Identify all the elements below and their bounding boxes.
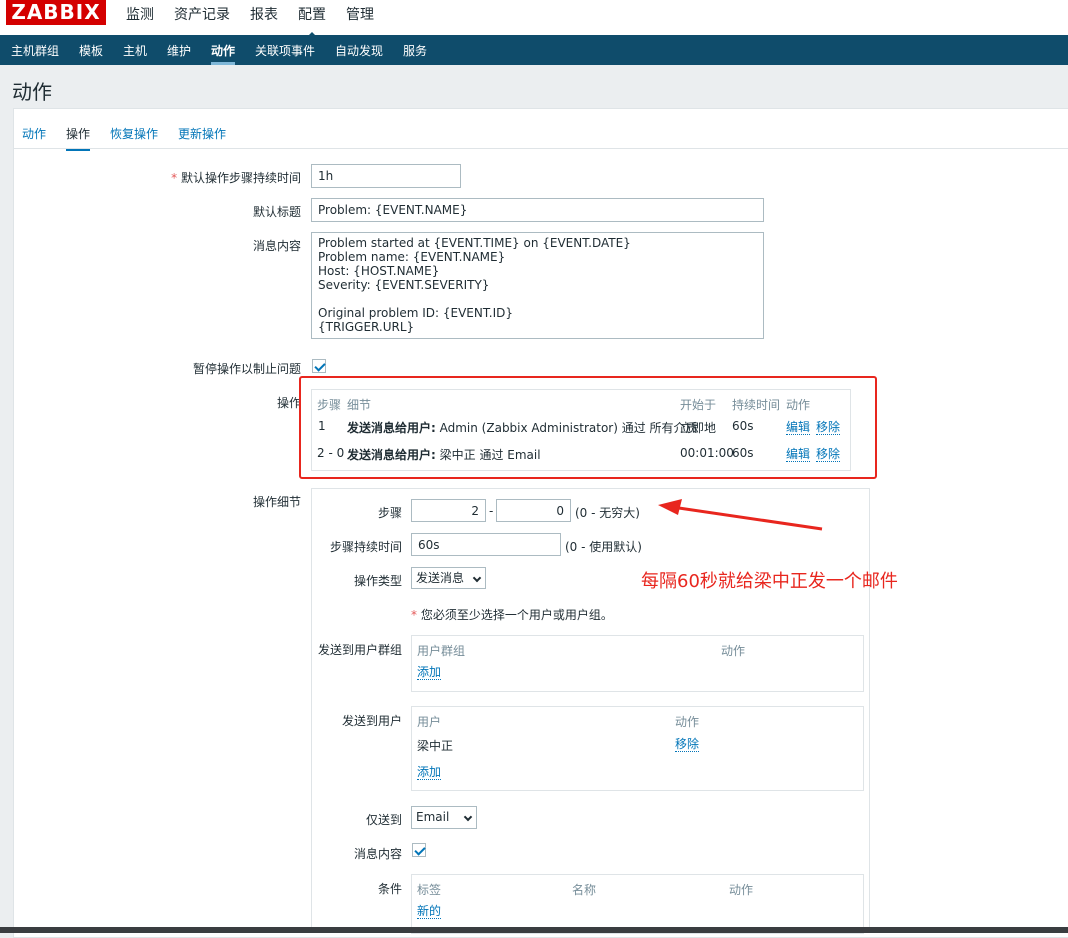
submenu-templates[interactable]: 模板 bbox=[79, 42, 103, 59]
send-to-users-label: 发送到用户 bbox=[341, 714, 402, 728]
message-line: Severity: {EVENT.SEVERITY} bbox=[318, 278, 490, 292]
user-groups-table bbox=[411, 635, 864, 692]
op-message-label: 消息内容 bbox=[353, 847, 402, 861]
operation-type-label: 操作类型 bbox=[353, 574, 402, 588]
pause-label: 暂停操作以制止问题 bbox=[192, 362, 301, 376]
menu-configuration[interactable]: 配置 bbox=[298, 4, 326, 38]
chevron-down-icon bbox=[463, 812, 473, 822]
users-table bbox=[411, 706, 864, 791]
submenu-discovery[interactable]: 自动发现 bbox=[335, 42, 383, 59]
add-user-group-link[interactable]: 添加 bbox=[417, 665, 442, 680]
submenu-services[interactable]: 服务 bbox=[403, 42, 427, 59]
menu-monitoring[interactable]: 监测 bbox=[126, 4, 154, 24]
menu-reports[interactable]: 报表 bbox=[250, 4, 278, 24]
duration-hint: (0 - 使用默认) bbox=[565, 540, 642, 554]
bottom-bar bbox=[0, 927, 1068, 933]
page-title: 动作 bbox=[12, 80, 52, 104]
groups-header-group: 用户群组 bbox=[417, 644, 466, 658]
send-only-to-label: 仅送到 bbox=[365, 813, 402, 827]
conditions-table bbox=[411, 874, 864, 934]
operation-type-select[interactable]: 发送消息 bbox=[411, 567, 486, 589]
step-label: 步骤 bbox=[377, 506, 402, 520]
new-condition-link[interactable]: 新的 bbox=[417, 904, 442, 919]
operation-type-value: 发送消息 bbox=[416, 571, 465, 585]
step-from-input[interactable]: 2 bbox=[411, 499, 486, 522]
highlight-annotation-box bbox=[299, 376, 877, 479]
submenu-actions[interactable]: 动作 bbox=[211, 42, 236, 65]
menu-administration[interactable]: 管理 bbox=[346, 4, 374, 24]
default-step-duration-input[interactable]: 1h bbox=[311, 164, 461, 188]
message-label: 消息内容 bbox=[252, 239, 301, 253]
message-line: Original problem ID: {EVENT.ID} bbox=[318, 306, 513, 320]
sub-menu-bar bbox=[0, 35, 1068, 65]
conditions-header-label: 标签 bbox=[417, 883, 442, 897]
tab-action[interactable]: 动作 bbox=[22, 125, 46, 142]
message-line: Problem name: {EVENT.NAME} bbox=[318, 250, 506, 264]
submenu-hosts[interactable]: 主机 bbox=[123, 42, 147, 59]
send-only-to-select[interactable]: Email bbox=[411, 806, 477, 829]
step-hint: (0 - 无穷大) bbox=[575, 506, 640, 520]
recipient-warning: * 您必须至少选择一个用户或用户组。 bbox=[411, 608, 613, 622]
menu-inventory[interactable]: 资产记录 bbox=[174, 4, 230, 24]
default-step-duration-label: * 默认操作步骤持续时间 bbox=[171, 171, 301, 185]
conditions-header-name: 名称 bbox=[572, 883, 597, 897]
submenu-host-groups[interactable]: 主机群组 bbox=[11, 42, 59, 59]
message-line bbox=[318, 292, 757, 306]
step-to-input[interactable]: 0 bbox=[496, 499, 571, 522]
chevron-down-icon bbox=[472, 573, 482, 583]
submenu-correlation[interactable]: 关联项事件 bbox=[255, 42, 315, 59]
tab-update-operations[interactable]: 更新操作 bbox=[178, 125, 226, 142]
send-to-groups-label: 发送到用户群组 bbox=[317, 643, 402, 657]
operation-details-label: 操作细节 bbox=[252, 495, 301, 509]
annotation-arrow-icon bbox=[658, 499, 823, 531]
users-header-user: 用户 bbox=[417, 715, 442, 729]
users-header-action: 动作 bbox=[675, 715, 700, 729]
message-line: {TRIGGER.URL} bbox=[318, 320, 415, 334]
user-row-remove-link[interactable]: 移除 bbox=[675, 737, 700, 752]
annotation-text: 每隔60秒就给梁中正发一个邮件 bbox=[641, 571, 898, 592]
message-line: Host: {HOST.NAME} bbox=[318, 264, 440, 278]
message-line: Problem started at {EVENT.TIME} on {EVEN… bbox=[318, 236, 631, 250]
top-header bbox=[0, 0, 1068, 35]
user-row-name: 梁中正 bbox=[417, 739, 454, 753]
message-textarea[interactable]: Problem started at {EVENT.TIME} on {EVEN… bbox=[311, 232, 764, 339]
step-separator: - bbox=[489, 504, 494, 518]
tab-divider bbox=[13, 148, 1068, 149]
step-duration-label: 步骤持续时间 bbox=[329, 540, 402, 554]
pause-checkbox[interactable] bbox=[312, 359, 326, 373]
send-only-to-value: Email bbox=[416, 810, 450, 824]
zabbix-logo[interactable]: ZABBIX bbox=[6, 0, 106, 25]
default-subject-label: 默认标题 bbox=[252, 205, 301, 219]
groups-header-action: 动作 bbox=[721, 644, 746, 658]
submenu-maintenance[interactable]: 维护 bbox=[167, 42, 191, 59]
tab-recovery-operations[interactable]: 恢复操作 bbox=[110, 125, 158, 142]
operations-label: 操作 bbox=[276, 396, 301, 410]
op-message-checkbox[interactable] bbox=[412, 843, 426, 857]
conditions-label: 条件 bbox=[377, 882, 402, 896]
conditions-header-action: 动作 bbox=[729, 883, 754, 897]
step-duration-input[interactable]: 60s bbox=[411, 533, 561, 556]
default-subject-input[interactable]: Problem: {EVENT.NAME} bbox=[311, 198, 764, 222]
add-user-link[interactable]: 添加 bbox=[417, 765, 442, 780]
